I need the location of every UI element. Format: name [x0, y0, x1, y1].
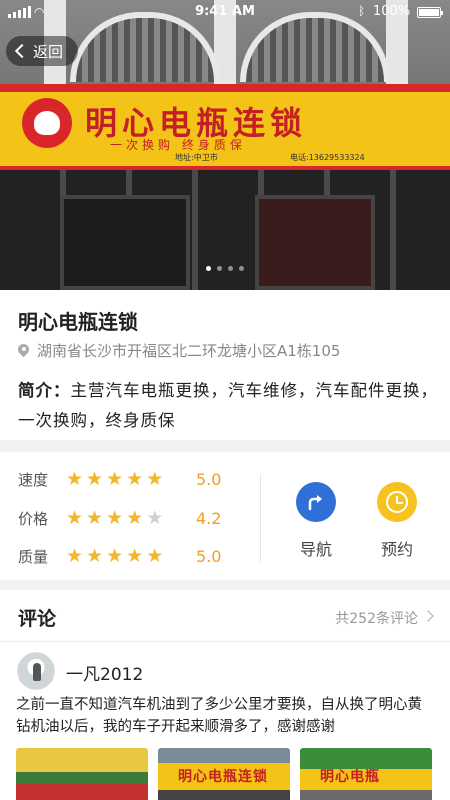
- heart-logo-icon: [22, 98, 72, 148]
- rating-score: 5.0: [196, 469, 222, 489]
- chevron-left-icon: [14, 43, 30, 59]
- navigation-arrow-icon: [296, 482, 336, 522]
- star-icon: ★: [106, 506, 124, 529]
- rating-row-speed: 速度 ★ ★ ★ ★ ★ 5.0: [18, 467, 221, 491]
- carousel-dot: [239, 266, 244, 271]
- clock-icon: [377, 482, 417, 522]
- navigate-label: 导航: [299, 540, 332, 559]
- star-icon: ★: [146, 506, 164, 529]
- star-icon: ★: [66, 467, 84, 490]
- store-signboard: 明心电瓶连锁 一次换购 终身质保 地址:中卫市 电话:13629533324: [0, 92, 450, 170]
- book-button[interactable]: 预约: [362, 482, 432, 560]
- star-icon: ★: [146, 467, 164, 490]
- star-icon: ★: [86, 544, 104, 567]
- carousel-dot: [217, 266, 222, 271]
- comment-photo[interactable]: [16, 748, 148, 800]
- star-icon: ★: [126, 544, 144, 567]
- shop-name: 明心电瓶连锁: [18, 310, 138, 334]
- rating-score: 5.0: [196, 546, 222, 566]
- bluetooth-icon: ᛒ: [358, 4, 366, 18]
- shop-address-text: 湖南省长沙市开福区北二环龙塘小区A1栋105: [37, 342, 341, 360]
- rating-score: 4.2: [196, 508, 222, 528]
- divider: [260, 474, 261, 562]
- comment-text: 之前一直不知道汽车机油到了多少公里才要换，自从换了明心黄钻机油以后，我的车子开起…: [16, 697, 422, 735]
- star-icon: ★: [86, 467, 104, 490]
- comments-header[interactable]: 评论 共252条评论: [0, 590, 450, 642]
- intro-text: 主营汽车电瓶更换，汽车维修，汽车配件更换，一次换购，终身质保: [18, 381, 438, 430]
- comment-photos: 明心电瓶连锁 明心电瓶: [16, 748, 450, 800]
- rating-label: 速度: [18, 470, 49, 489]
- store-door: [255, 195, 375, 290]
- star-icon: ★: [106, 467, 124, 490]
- comment-photo[interactable]: 明心电瓶: [300, 748, 432, 800]
- carousel-indicator: [0, 256, 450, 275]
- shop-intro: 简介：主营汽车电瓶更换，汽车维修，汽车配件更换，一次换购，终身质保: [18, 376, 438, 436]
- signboard-phone: 电话:13629533324: [290, 153, 365, 162]
- navigate-button[interactable]: 导航: [281, 482, 351, 560]
- star-icon: ★: [126, 467, 144, 490]
- store-door: [60, 195, 190, 290]
- star-icon: ★: [86, 506, 104, 529]
- star-icon: ★: [66, 506, 84, 529]
- comments-count: 共252条评论: [335, 611, 418, 627]
- rating-label: 质量: [18, 547, 49, 566]
- carousel-dot: [228, 266, 233, 271]
- red-trim: [0, 84, 450, 92]
- rating-card: 速度 ★ ★ ★ ★ ★ 5.0 价格 ★ ★ ★ ★ ★ 4.2 质量 ★ ★ ★ ★ ★ 5.0 导…: [0, 452, 450, 580]
- rating-row-price: 价格 ★ ★ ★ ★ ★ 4.2: [18, 506, 221, 530]
- back-label: 返回: [33, 42, 64, 61]
- star-rating: ★ ★ ★ ★ ★: [66, 506, 194, 529]
- back-button[interactable]: 返回: [6, 36, 78, 66]
- star-rating: ★ ★ ★ ★ ★: [66, 467, 194, 490]
- rating-row-quality: 质量 ★ ★ ★ ★ ★ 5.0: [18, 544, 221, 568]
- rating-label: 价格: [18, 509, 49, 528]
- signboard-address: 地址:中卫市: [175, 153, 218, 162]
- status-bar: ◠ 9:41 AM ᛒ 100%: [0, 0, 450, 24]
- star-icon: ★: [126, 506, 144, 529]
- star-icon: ★: [146, 544, 164, 567]
- comments-section: 评论 共252条评论 一凡2012 之前一直不知道汽车机油到了多少公里才要换，自…: [0, 590, 450, 800]
- chevron-right-icon: [422, 610, 434, 622]
- star-icon: ★: [106, 544, 124, 567]
- shop-address[interactable]: 湖南省长沙市开福区北二环龙塘小区A1栋105: [18, 340, 340, 361]
- book-label: 预约: [380, 540, 413, 559]
- intro-label: 简介：: [18, 381, 71, 400]
- location-pin-icon: [18, 344, 29, 358]
- star-icon: ★: [66, 544, 84, 567]
- comment-username: 一凡2012: [66, 665, 144, 685]
- shop-info-card: 明心电瓶连锁 湖南省长沙市开福区北二环龙塘小区A1栋105 简介：主营汽车电瓶更…: [0, 290, 450, 440]
- battery-percent: 100%: [373, 4, 411, 19]
- battery-icon: [417, 7, 443, 18]
- signboard-slogan: 一次换购 终身质保: [110, 138, 246, 152]
- comment-photo[interactable]: 明心电瓶连锁: [158, 748, 290, 800]
- star-rating: ★ ★ ★ ★ ★: [66, 544, 194, 567]
- avatar[interactable]: [17, 652, 55, 690]
- photo-sign-text: 明心电瓶: [320, 769, 380, 785]
- comments-title: 评论: [18, 608, 57, 630]
- photo-sign-text: 明心电瓶连锁: [178, 769, 268, 785]
- carousel-dot: [206, 266, 211, 271]
